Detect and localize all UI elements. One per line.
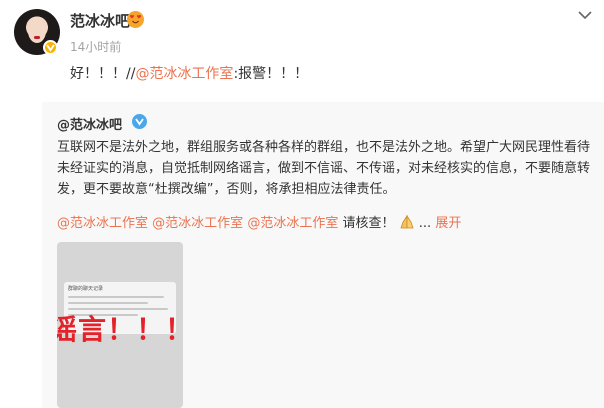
reposted-card: @范冰冰吧 互联网不是法外之地，群组服务或各种各样的群组，也不是法外之地。希望广… <box>42 102 604 408</box>
ellipsis: ... <box>418 216 432 231</box>
verified-badge-icon <box>43 40 58 55</box>
avatar-face <box>28 19 46 43</box>
chat-line <box>68 296 164 298</box>
post-text-suffix: :报警！！！ <box>233 66 309 82</box>
repost-mention-link[interactable]: @范冰冰工作室 <box>152 216 243 231</box>
verified-badge-icon <box>132 114 147 129</box>
repost-body-text: 互联网不是法外之地，群组服务或各种各样的群组，也不是法外之地。希望广大网民理性看… <box>57 140 591 197</box>
rumor-overlay-text: 谣言！！！ <box>57 313 183 346</box>
expand-button[interactable]: 展开 <box>435 216 461 231</box>
post-timestamp[interactable]: 14小时前 <box>70 38 121 55</box>
praying-hands-icon <box>400 215 414 229</box>
post-mention-link[interactable]: @范冰冰工作室 <box>135 66 233 82</box>
avatar-lips <box>34 36 40 39</box>
chat-line <box>68 302 148 304</box>
post-text-prefix: 好！！！// <box>70 66 136 82</box>
chevron-down-icon[interactable] <box>578 10 592 20</box>
repost-image-thumbnail[interactable]: 群聊的聊天记录 谣言！！！ <box>57 242 183 408</box>
post-text: 好！！！//@范冰冰工作室:报警！！！ <box>70 63 308 83</box>
repost-mention-link[interactable]: @范冰冰工作室 <box>247 216 338 231</box>
chat-record-title: 群聊的聊天记录 <box>68 286 104 292</box>
repost-mention-link[interactable]: @范冰冰工作室 <box>57 216 148 231</box>
heart-eyes-badge-icon <box>127 11 144 28</box>
repost-mentions-line: @范冰冰工作室 @范冰冰工作室 @范冰冰工作室 请核查！ ... 展开 <box>57 212 461 231</box>
author-name[interactable]: 范冰冰吧 <box>70 10 130 31</box>
repost-author[interactable]: @范冰冰吧 <box>57 114 122 133</box>
repost-request-text: 请核查！ <box>342 216 395 231</box>
